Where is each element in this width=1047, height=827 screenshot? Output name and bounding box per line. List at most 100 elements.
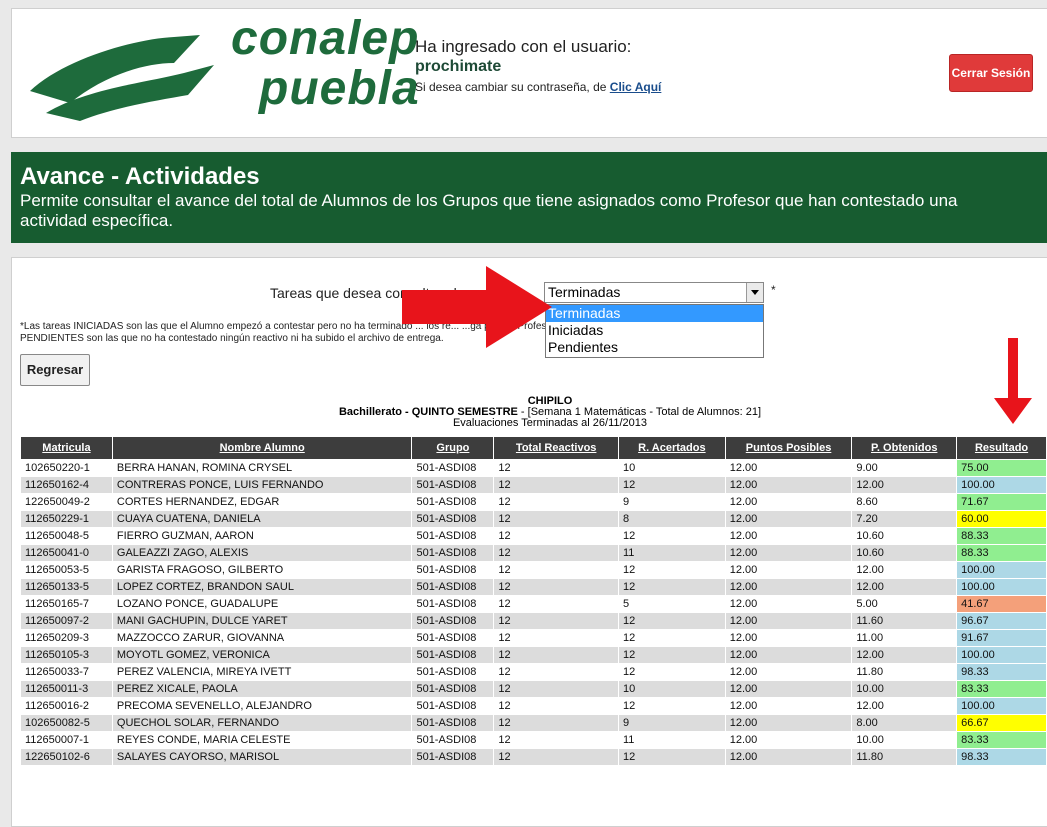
cell-puntos-posibles: 12.00 [724,544,853,562]
red-arrow-right-icon [402,266,552,348]
cell-p-obtenidos: 10.00 [851,731,958,749]
cell-resultado: 96.67 [956,612,1047,630]
change-password-link[interactable]: Clic Aquí [610,80,662,94]
cell-puntos-posibles: 12.00 [724,493,853,511]
table-row: 112650133-5 LOPEZ CORTEZ, BRANDON SAUL 501… [20,578,1047,596]
cell-r-acertados: 11 [618,544,726,562]
table-row: 112650165-7 LOZANO PONCE, GUADALUPE 501-AS… [20,595,1047,613]
cell-total-reactivos: 12 [493,459,619,477]
cell-r-acertados: 11 [618,731,726,749]
table-row: 112650048-5 FIERRO GUZMAN, AARON 501-ASDI0… [20,527,1047,545]
task-status-options: Terminadas Iniciadas Pendientes [545,304,764,358]
change-password-text: Si desea cambiar su contraseña, de Clic … [415,80,661,94]
cell-p-obtenidos: 11.00 [851,629,958,647]
back-button[interactable]: Regresar [20,354,90,386]
cell-nombre: REYES CONDE, MARIA CELESTE [111,731,413,749]
cell-matricula: 112650162-4 [20,476,113,494]
cell-matricula: 112650097-2 [20,612,113,630]
column-header-r-acertados[interactable]: R. Acertados [618,436,726,460]
table-row: 112650209-3 MAZZOCCO ZARUR, GIOVANNA 501-A… [20,629,1047,647]
table-row: 122650102-6 SALAYES CAYORSO, MARISOL 501-A… [20,748,1047,766]
cell-r-acertados: 12 [618,663,726,681]
cell-puntos-posibles: 12.00 [724,646,853,664]
cell-matricula: 112650016-2 [20,697,113,715]
column-header-resultado[interactable]: Resultado [956,436,1047,460]
cell-matricula: 112650229-1 [20,510,113,528]
table-row: 112650016-2 PRECOMA SEVENELLO, ALEJANDRO 5… [20,697,1047,715]
cell-nombre: FIERRO GUZMAN, AARON [111,527,413,545]
cell-p-obtenidos: 7.20 [851,510,958,528]
cell-total-reactivos: 12 [493,510,619,528]
cell-puntos-posibles: 12.00 [724,697,853,715]
cell-r-acertados: 12 [618,561,726,579]
column-header-total-reactivos[interactable]: Total Reactivos [493,436,619,460]
cell-total-reactivos: 12 [493,714,619,732]
cell-matricula: 112650053-5 [20,561,113,579]
brand-conalep: conalep [231,12,420,65]
page-title: Avance - Actividades [20,163,260,190]
cell-grupo: 501-ASDI08 [411,595,495,613]
cell-puntos-posibles: 12.00 [724,578,853,596]
column-header-puntos-posibles[interactable]: Puntos Posibles [724,436,853,460]
option-iniciadas[interactable]: Iniciadas [546,322,763,339]
cell-grupo: 501-ASDI08 [411,493,495,511]
cell-p-obtenidos: 12.00 [851,697,958,715]
column-header-matricula[interactable]: Matricula [20,436,113,460]
table-header-row: Matricula Nombre Alumno Grupo Total Reac… [20,436,1047,460]
task-status-select[interactable]: Terminadas [544,282,764,303]
table-row: 112650033-7 PEREZ VALENCIA, MIREYA IVETT 5… [20,663,1047,681]
column-header-grupo[interactable]: Grupo [411,436,495,460]
cell-nombre: GARISTA FRAGOSO, GILBERTO [111,561,413,579]
cell-puntos-posibles: 12.00 [724,476,853,494]
cell-p-obtenidos: 11.80 [851,748,958,766]
cell-grupo: 501-ASDI08 [411,714,495,732]
page-banner: Avance - Actividades Permite consultar e… [11,152,1047,243]
cell-grupo: 501-ASDI08 [411,527,495,545]
logout-button[interactable]: Cerrar Sesión [949,54,1033,92]
cell-matricula: 112650048-5 [20,527,113,545]
column-header-nombre[interactable]: Nombre Alumno [111,436,413,460]
cell-grupo: 501-ASDI08 [411,476,495,494]
cell-grupo: 501-ASDI08 [411,680,495,698]
dropdown-button[interactable] [746,283,763,302]
cell-grupo: 501-ASDI08 [411,697,495,715]
cell-r-acertados: 10 [618,459,726,477]
cell-r-acertados: 12 [618,578,726,596]
cell-nombre: PRECOMA SEVENELLO, ALEJANDRO [111,697,413,715]
cell-matricula: 112650209-3 [20,629,113,647]
cell-r-acertados: 12 [618,527,726,545]
cell-nombre: CONTRERAS PONCE, LUIS FERNANDO [111,476,413,494]
cell-total-reactivos: 12 [493,697,619,715]
cell-p-obtenidos: 11.80 [851,663,958,681]
cell-r-acertados: 12 [618,646,726,664]
username: prochimate [415,58,502,75]
cell-grupo: 501-ASDI08 [411,578,495,596]
cell-resultado: 75.00 [956,459,1047,477]
cell-grupo: 501-ASDI08 [411,646,495,664]
cell-resultado: 100.00 [956,578,1047,596]
cell-resultado: 98.33 [956,663,1047,681]
cell-nombre: GALEAZZI ZAGO, ALEXIS [111,544,413,562]
cell-total-reactivos: 12 [493,680,619,698]
cell-matricula: 122650102-6 [20,748,113,766]
task-status-selected: Terminadas [548,284,621,300]
column-header-p-obtenidos[interactable]: P. Obtenidos [851,436,958,460]
cell-grupo: 501-ASDI08 [411,748,495,766]
cell-total-reactivos: 12 [493,646,619,664]
cell-puntos-posibles: 12.00 [724,731,853,749]
cell-nombre: SALAYES CAYORSO, MARISOL [111,748,413,766]
cell-puntos-posibles: 12.00 [724,459,853,477]
cell-p-obtenidos: 10.00 [851,680,958,698]
cell-matricula: 112650105-3 [20,646,113,664]
cell-resultado: 83.33 [956,680,1047,698]
cell-nombre: CORTES HERNANDEZ, EDGAR [111,493,413,511]
table-row: 112650053-5 GARISTA FRAGOSO, GILBERTO 501-… [20,561,1047,579]
option-pendientes[interactable]: Pendientes [546,339,763,356]
cell-resultado: 88.33 [956,527,1047,545]
cell-resultado: 60.00 [956,510,1047,528]
cell-puntos-posibles: 12.00 [724,612,853,630]
cell-p-obtenidos: 5.00 [851,595,958,613]
cell-grupo: 501-ASDI08 [411,612,495,630]
option-terminadas[interactable]: Terminadas [546,305,763,322]
cell-p-obtenidos: 9.00 [851,459,958,477]
